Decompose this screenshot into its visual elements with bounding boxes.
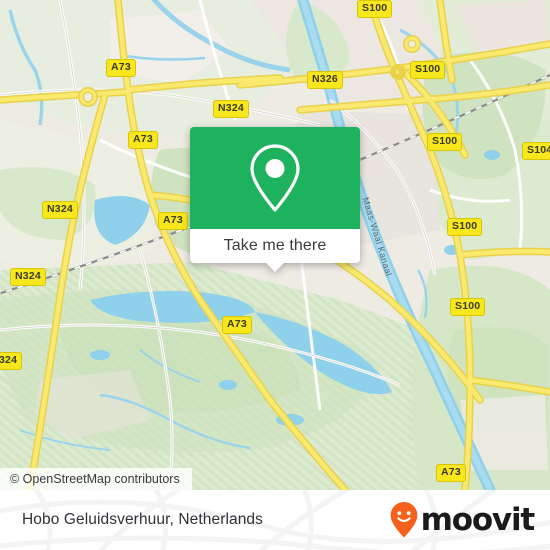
road-shield: N324: [213, 100, 249, 118]
road-shield: A73: [128, 131, 158, 149]
road-shield: A73: [106, 59, 136, 77]
map-screenshot: S100 A73 S100 N326 N324 A73 S100 S104 N324 A73 S10…: [0, 0, 550, 550]
card-accent-panel: [190, 127, 360, 229]
moovit-smiley-pin-icon: [389, 501, 419, 539]
card-action-bar[interactable]: Take me there: [190, 229, 360, 263]
location-pin-icon: [246, 142, 304, 214]
road-shield: 324: [0, 352, 22, 370]
map-attribution[interactable]: © OpenStreetMap contributors: [0, 468, 192, 490]
place-title: Hobo Geluidsverhuur, Netherlands: [22, 511, 263, 529]
road-shield: S100: [357, 0, 392, 18]
road-shield: A73: [158, 212, 188, 230]
road-shield: S100: [427, 133, 462, 151]
card-pointer-tail: [266, 263, 284, 272]
moovit-wordmark: moovit: [421, 505, 534, 536]
place-info-card[interactable]: Take me there: [190, 127, 360, 263]
footer-bar: Hobo Geluidsverhuur, Netherlands moovit: [0, 490, 550, 550]
road-shield: S104: [522, 142, 550, 160]
road-shield: S100: [450, 298, 485, 316]
road-shield: N324: [10, 268, 46, 286]
road-shield: S100: [447, 218, 482, 236]
map-canvas[interactable]: S100 A73 S100 N326 N324 A73 S100 S104 N324 A73 S10…: [0, 0, 550, 490]
road-shield: A73: [222, 316, 252, 334]
road-shield: N326: [307, 71, 343, 89]
road-shield: A73: [436, 464, 466, 482]
take-me-there-label: Take me there: [224, 237, 327, 255]
moovit-logo[interactable]: moovit: [389, 501, 534, 539]
road-shield: N324: [42, 201, 78, 219]
road-shield: S100: [410, 61, 445, 79]
